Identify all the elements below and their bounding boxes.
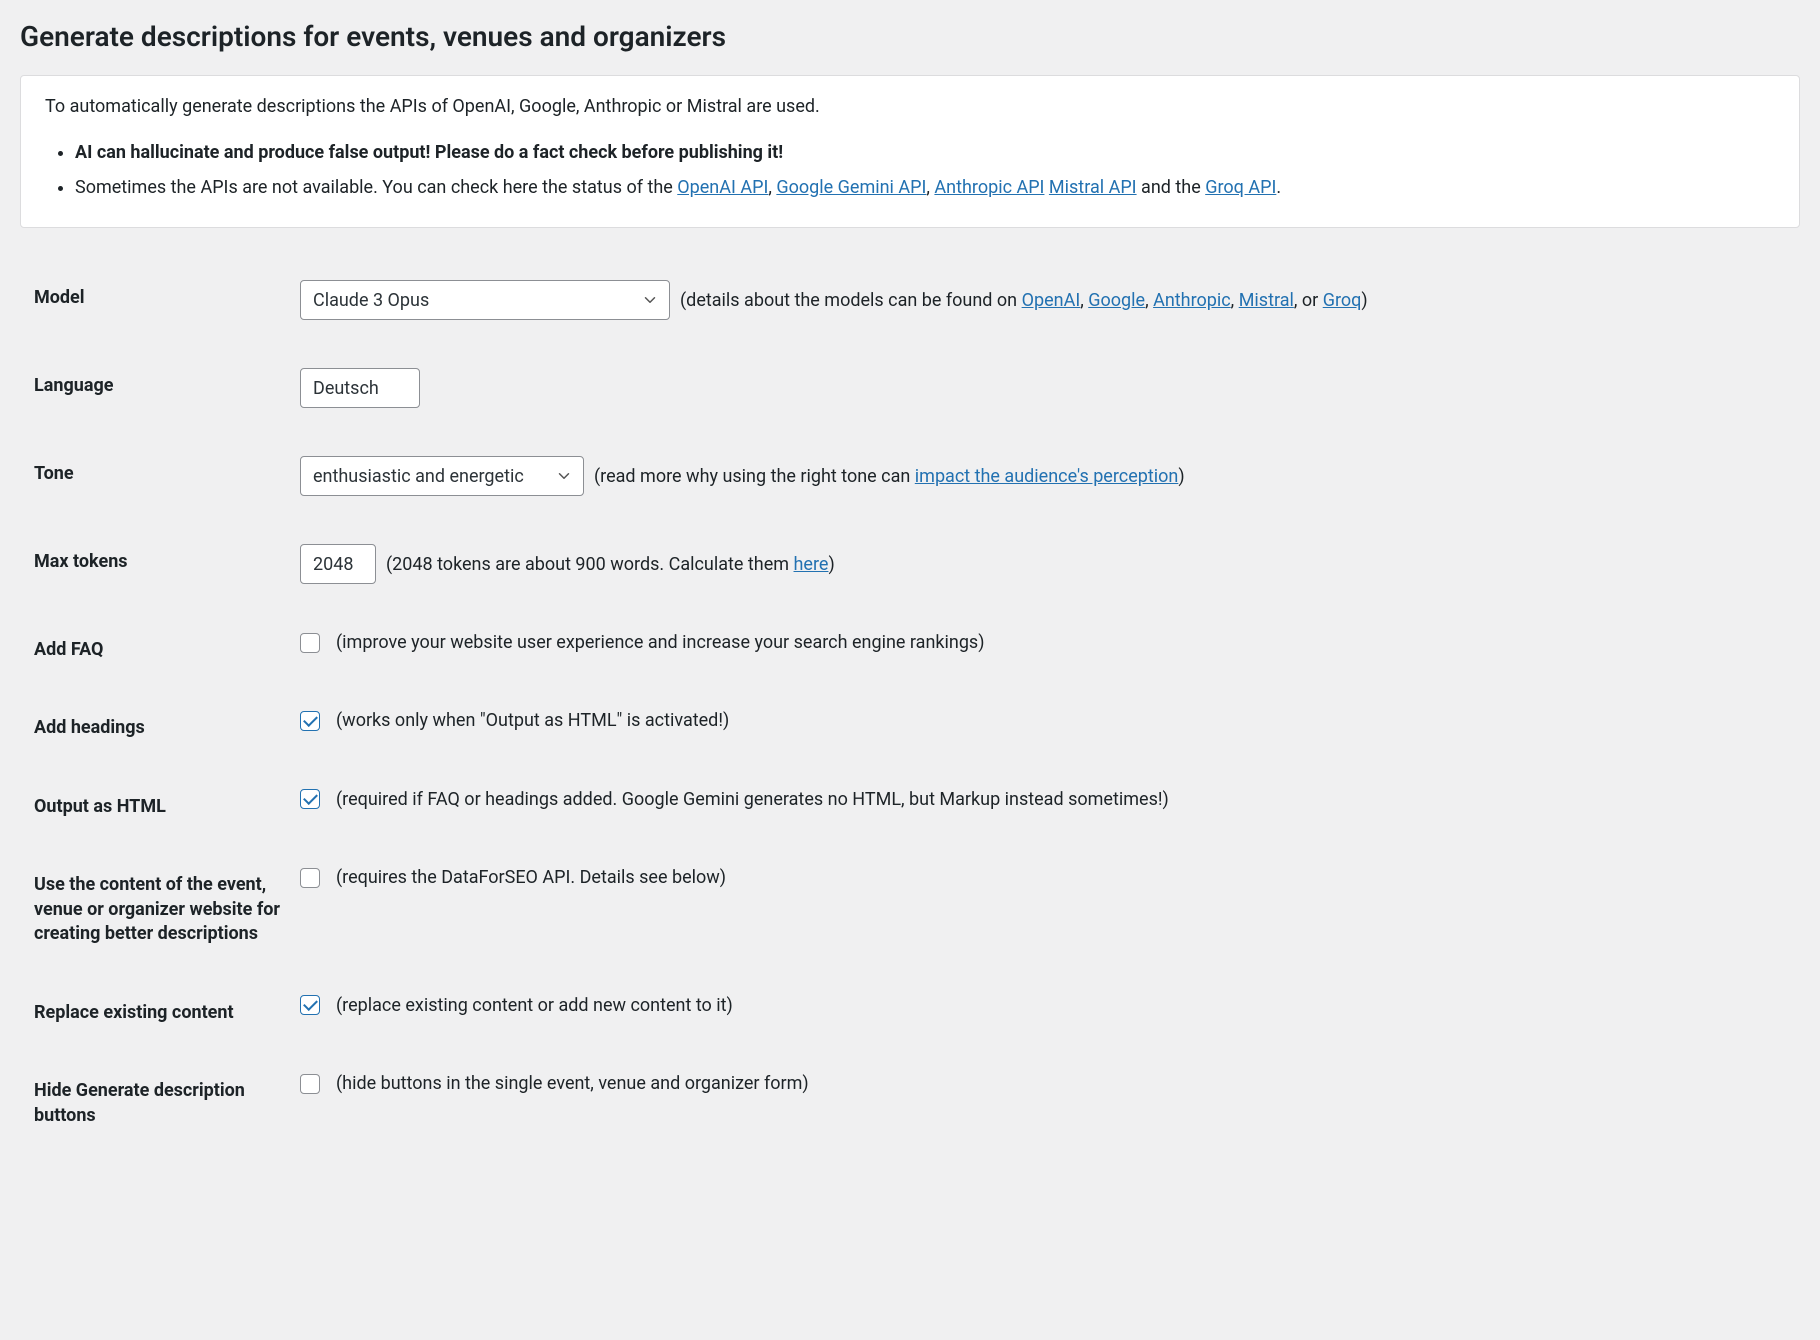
tone-hint: (read more why using the right tone can … [594,466,1185,487]
info-list: AI can hallucinate and produce false out… [45,139,1775,201]
add-headings-checkbox[interactable] [300,711,320,731]
add-headings-label: Add headings [20,710,300,740]
hide-buttons-checkbox[interactable] [300,1074,320,1094]
model-select[interactable]: Claude 3 Opus [300,280,670,320]
add-faq-label: Add FAQ [20,632,300,662]
hide-buttons-label: Hide Generate description buttons [20,1073,300,1128]
use-content-hint: (requires the DataForSEO API. Details se… [336,867,726,888]
use-content-checkbox[interactable] [300,868,320,888]
output-html-checkbox[interactable] [300,789,320,809]
max-tokens-label: Max tokens [20,544,300,574]
openai-link[interactable]: OpenAI [1022,290,1081,311]
info-box: To automatically generate descriptions t… [20,75,1800,228]
info-status: Sometimes the APIs are not available. Yo… [75,174,1775,201]
tone-impact-link[interactable]: impact the audience's perception [915,466,1179,487]
add-faq-checkbox[interactable] [300,633,320,653]
calculate-tokens-link[interactable]: here [794,554,829,575]
info-intro: To automatically generate descriptions t… [45,96,1775,117]
page-title: Generate descriptions for events, venues… [20,20,1800,53]
groq-api-link[interactable]: Groq API [1205,177,1276,198]
groq-link[interactable]: Groq [1323,290,1362,311]
anthropic-link[interactable]: Anthropic [1153,290,1231,311]
add-headings-hint: (works only when "Output as HTML" is act… [336,710,729,731]
mistral-link[interactable]: Mistral [1239,290,1294,311]
output-html-label: Output as HTML [20,789,300,819]
replace-existing-label: Replace existing content [20,995,300,1025]
replace-existing-checkbox[interactable] [300,995,320,1015]
anthropic-api-link[interactable]: Anthropic API [934,177,1044,198]
openai-api-link[interactable]: OpenAI API [677,177,768,198]
replace-existing-hint: (replace existing content or add new con… [336,995,733,1016]
tone-label: Tone [20,456,300,486]
use-content-label: Use the content of the event, venue or o… [20,867,300,946]
tone-select[interactable]: enthusiastic and energetic [300,456,584,496]
language-label: Language [20,368,300,398]
hide-buttons-hint: (hide buttons in the single event, venue… [336,1073,809,1094]
max-tokens-input[interactable] [300,544,376,584]
mistral-api-link[interactable]: Mistral API [1049,177,1137,198]
gemini-api-link[interactable]: Google Gemini API [776,177,926,198]
model-label: Model [20,280,300,310]
google-link[interactable]: Google [1088,290,1145,311]
max-tokens-hint: (2048 tokens are about 900 words. Calcul… [386,554,835,575]
add-faq-hint: (improve your website user experience an… [336,632,984,653]
info-warning: AI can hallucinate and produce false out… [75,139,1775,166]
language-input[interactable] [300,368,420,408]
settings-form: Model Claude 3 Opus (details about the m… [20,256,1800,1152]
model-hint: (details about the models can be found o… [680,290,1368,311]
output-html-hint: (required if FAQ or headings added. Goog… [336,789,1169,810]
